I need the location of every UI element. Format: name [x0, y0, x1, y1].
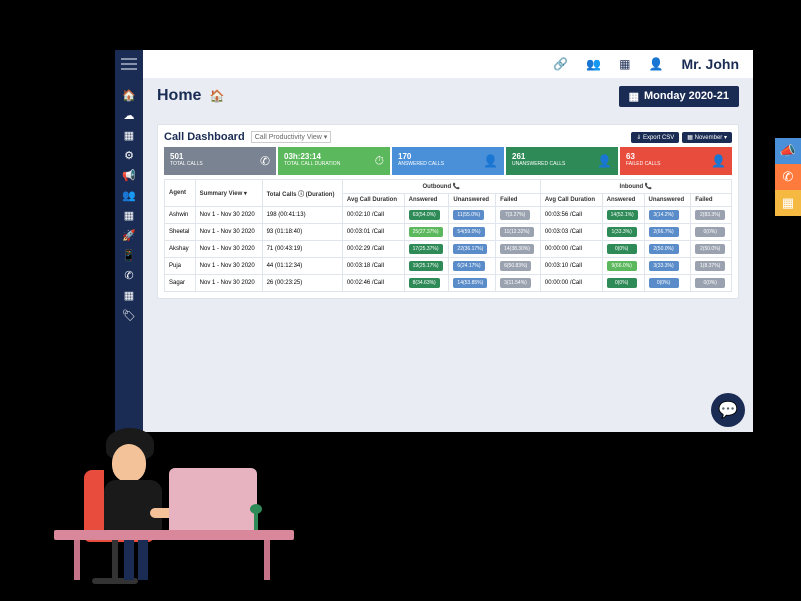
- col-agent: Agent: [165, 180, 196, 207]
- sidebar-item-4[interactable]: 📢: [122, 168, 136, 182]
- table-row: PujaNov 1 - Nov 30 202044 (01:12:34)00:0…: [165, 258, 732, 275]
- sidebar-item-11[interactable]: 🏷: [122, 308, 136, 322]
- user-icon[interactable]: 👤: [648, 57, 663, 71]
- sidebar: 🏠 ☁ ▦ ⚙ 📢 👥 ▦ 🚀 📱 ✆ ▦ 🏷: [115, 50, 143, 432]
- calendar-icon: ▦: [629, 90, 639, 103]
- sidebar-item-8[interactable]: 📱: [122, 248, 136, 262]
- users-icon[interactable]: 👥: [586, 57, 601, 71]
- stat-card[interactable]: 501TOTAL CALLS✆: [164, 147, 276, 175]
- menu-toggle[interactable]: [121, 58, 137, 70]
- table-row: SheetalNov 1 - Nov 30 202093 (01:18:40)0…: [165, 224, 732, 241]
- dashboard-panel: Call Dashboard Call Productivity View ▾ …: [157, 124, 739, 299]
- table-row: AshwinNov 1 - Nov 30 2020198 (00:41:13)0…: [165, 207, 732, 224]
- floating-actions: 📣 ✆ ▦: [775, 138, 801, 216]
- content: Call Dashboard Call Productivity View ▾ …: [143, 114, 753, 432]
- app-window: 🏠 ☁ ▦ ⚙ 📢 👥 ▦ 🚀 📱 ✆ ▦ 🏷 🔗 👥 ▦ 👤 Mr. John Home 🏠 ▦ M…: [115, 50, 753, 432]
- stats-row: 501TOTAL CALLS✆03h:23:14TOTAL CALL DURAT…: [164, 147, 732, 175]
- announce-button[interactable]: 📣: [775, 138, 801, 164]
- sidebar-item-6[interactable]: ▦: [122, 208, 136, 222]
- date-picker[interactable]: ▦ Monday 2020-21: [619, 86, 739, 107]
- sidebar-item-1[interactable]: ☁: [122, 108, 136, 122]
- link-icon[interactable]: 🔗: [553, 57, 568, 71]
- sidebar-item-10[interactable]: ▦: [122, 288, 136, 302]
- sidebar-item-0[interactable]: 🏠: [122, 88, 136, 102]
- sidebar-item-5[interactable]: 👥: [122, 188, 136, 202]
- sidebar-item-7[interactable]: 🚀: [122, 228, 136, 242]
- user-name[interactable]: Mr. John: [681, 56, 739, 72]
- illustration: [54, 390, 304, 590]
- sidebar-item-2[interactable]: ▦: [122, 128, 136, 142]
- page-title: Home 🏠: [157, 87, 224, 105]
- range-select[interactable]: Summary View ▾: [195, 180, 262, 207]
- stat-card[interactable]: 63FAILED CALLS👤: [620, 147, 732, 175]
- col-inbound: Inbound 📞: [540, 180, 731, 194]
- month-select[interactable]: ▦ November ▾: [682, 132, 732, 143]
- sidebar-item-3[interactable]: ⚙: [122, 148, 136, 162]
- topbar: 🔗 👥 ▦ 👤 Mr. John: [143, 50, 753, 78]
- apps-button[interactable]: ▦: [775, 190, 801, 216]
- col-total: Total Calls ⓘ (Duration): [262, 180, 342, 207]
- table-row: SagarNov 1 - Nov 30 202026 (00:23:25)00:…: [165, 275, 732, 292]
- sidebar-item-9[interactable]: ✆: [122, 268, 136, 282]
- home-icon[interactable]: 🏠: [209, 89, 224, 103]
- chat-button[interactable]: 💬: [711, 393, 745, 427]
- table-row: AkshayNov 1 - Nov 30 202071 (00:43:19)00…: [165, 241, 732, 258]
- panel-title: Call Dashboard: [164, 131, 245, 143]
- calls-table: Agent Summary View ▾ Total Calls ⓘ (Dura…: [164, 179, 732, 292]
- col-outbound: Outbound 📞: [342, 180, 540, 194]
- export-csv-button[interactable]: ⇓ Export CSV: [631, 132, 679, 143]
- stat-card[interactable]: 170ANSWERED CALLS👤: [392, 147, 504, 175]
- breadcrumb-bar: Home 🏠 ▦ Monday 2020-21: [143, 78, 753, 114]
- stat-card[interactable]: 261UNANSWERED CALLS👤: [506, 147, 618, 175]
- grid-icon[interactable]: ▦: [619, 57, 630, 71]
- call-button[interactable]: ✆: [775, 164, 801, 190]
- view-select[interactable]: Call Productivity View ▾: [251, 131, 332, 143]
- stat-card[interactable]: 03h:23:14TOTAL CALL DURATION⏱: [278, 147, 390, 175]
